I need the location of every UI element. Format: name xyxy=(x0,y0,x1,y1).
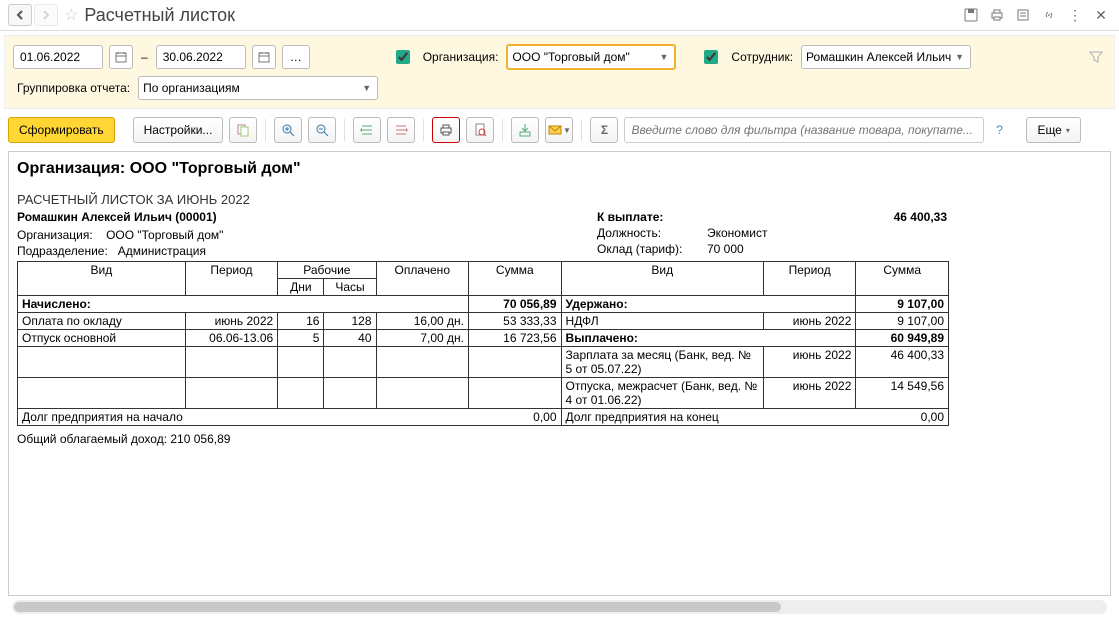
withheld-total: 9 107,00 xyxy=(856,296,949,313)
chevron-down-icon: ▼ xyxy=(953,52,966,62)
org-filter-label: Организация: xyxy=(423,50,499,64)
print-button[interactable] xyxy=(432,117,460,143)
funnel-icon[interactable] xyxy=(1086,47,1106,67)
org-select-value: ООО "Торговый дом" xyxy=(512,50,657,64)
table-row: Отпуск основной 06.06-13.06 5 40 7,00 дн… xyxy=(18,330,949,347)
org-filter-checkbox[interactable] xyxy=(396,50,410,64)
taxable-income: Общий облагаемый доход: 210 056,89 xyxy=(17,432,1102,446)
chevron-down-icon: ▼ xyxy=(657,52,670,62)
th-workdays: Рабочие xyxy=(278,262,376,279)
emp-filter-checkbox[interactable] xyxy=(704,50,718,64)
paid-total: 60 949,89 xyxy=(856,330,949,347)
grouping-value: По организациям xyxy=(143,81,360,95)
topay-label: К выплате: xyxy=(597,209,663,225)
employee-name: Ромашкин Алексей Ильич (00001) xyxy=(17,209,597,225)
zoom-in-button[interactable] xyxy=(274,117,302,143)
horizontal-scrollbar[interactable] xyxy=(12,600,1107,614)
salary-label: Оклад (тариф): xyxy=(597,241,707,257)
sum-button[interactable]: Σ xyxy=(590,117,618,143)
debt-start-label: Долг предприятия на начало xyxy=(18,409,469,426)
meta-org-value: ООО "Торговый дом" xyxy=(106,228,223,242)
th-hours: Часы xyxy=(324,279,376,296)
position-value: Экономист xyxy=(707,225,767,241)
emp-select-value: Ромашкин Алексей Ильич xyxy=(806,50,953,64)
date-range-dash: – xyxy=(141,50,148,64)
settings-button-label: Настройки... xyxy=(144,123,213,137)
zoom-out-button[interactable] xyxy=(308,117,336,143)
report-area: Организация: ООО "Торговый дом" РАСЧЕТНЫ… xyxy=(8,151,1111,596)
nav-back-button[interactable] xyxy=(8,4,32,26)
th-sum-right: Сумма xyxy=(856,262,949,296)
date-from-calendar-button[interactable] xyxy=(109,45,133,69)
chevron-down-icon: ▼ xyxy=(563,126,571,135)
th-paid: Оплачено xyxy=(376,262,469,296)
link-icon[interactable] xyxy=(1039,5,1059,25)
expand-groups-button[interactable] xyxy=(353,117,381,143)
th-period-right: Период xyxy=(763,262,856,296)
th-sum-left: Сумма xyxy=(469,262,562,296)
search-input[interactable] xyxy=(624,117,984,143)
th-vid-right: Вид xyxy=(561,262,763,296)
payslip-table: Вид Период Рабочие Оплачено Сумма Вид Пе… xyxy=(17,261,949,426)
collapse-groups-button[interactable] xyxy=(387,117,415,143)
grouping-label: Группировка отчета: xyxy=(17,81,130,95)
page-title: Расчетный листок xyxy=(84,5,961,26)
print-icon[interactable] xyxy=(987,5,1007,25)
more-button[interactable]: Еще ▾ xyxy=(1026,117,1080,143)
date-to-calendar-button[interactable] xyxy=(252,45,276,69)
th-vid-left: Вид xyxy=(18,262,186,296)
help-icon[interactable]: ? xyxy=(990,123,1008,137)
table-row: Зарплата за месяц (Банк, вед. № 5 от 05.… xyxy=(18,347,949,378)
table-row: Долг предприятия на начало 0,00 Долг пре… xyxy=(18,409,949,426)
date-to-input[interactable] xyxy=(156,45,246,69)
accrued-total: 70 056,89 xyxy=(469,296,562,313)
favorite-icon[interactable]: ☆ xyxy=(64,5,78,25)
topay-value: 46 400,33 xyxy=(894,209,957,225)
meta-dep-label: Подразделение: xyxy=(17,244,108,258)
settings-button[interactable]: Настройки... xyxy=(133,117,224,143)
toolbar: Сформировать Настройки... ▼ Σ ? Еще ▾ xyxy=(0,113,1119,147)
debt-end-label: Долг предприятия на конец xyxy=(561,409,856,426)
table-row: Оплата по окладу июнь 2022 16 128 16,00 … xyxy=(18,313,949,330)
org-select[interactable]: ООО "Торговый дом" ▼ xyxy=(506,44,676,70)
email-button[interactable]: ▼ xyxy=(545,117,573,143)
scrollbar-thumb[interactable] xyxy=(14,602,781,612)
filter-panel: – … Организация: ООО "Торговый дом" ▼ Со… xyxy=(4,35,1115,109)
th-days: Дни xyxy=(278,279,324,296)
save-icon[interactable] xyxy=(961,5,981,25)
meta-dep-value: Администрация xyxy=(118,244,206,258)
grouping-select[interactable]: По организациям ▼ xyxy=(138,76,378,100)
date-from-input[interactable] xyxy=(13,45,103,69)
close-icon[interactable]: ✕ xyxy=(1091,5,1111,25)
emp-filter-label: Сотрудник: xyxy=(731,50,793,64)
table-row: Отпуска, межрасчет (Банк, вед. № 4 от 01… xyxy=(18,378,949,409)
report-org-header: Организация: ООО "Торговый дом" xyxy=(17,160,1102,178)
meta-org-label: Организация: xyxy=(17,228,93,242)
save-file-button[interactable] xyxy=(511,117,539,143)
nav-forward-button[interactable] xyxy=(34,4,58,26)
more-button-label: Еще xyxy=(1037,123,1061,137)
withheld-label: Удержано: xyxy=(561,296,856,313)
report-icon[interactable] xyxy=(1013,5,1033,25)
paid-label: Выплачено: xyxy=(561,330,856,347)
th-period-left: Период xyxy=(185,262,278,296)
preview-button[interactable] xyxy=(466,117,494,143)
slip-period-title: РАСЧЕТНЫЙ ЛИСТОК ЗА ИЮНЬ 2022 xyxy=(17,192,1102,207)
date-range-picker-button[interactable]: … xyxy=(282,45,310,69)
position-label: Должность: xyxy=(597,225,707,241)
generate-button-label: Сформировать xyxy=(19,123,104,137)
accrued-label: Начислено: xyxy=(18,296,469,313)
debt-end-value: 0,00 xyxy=(856,409,949,426)
chevron-down-icon: ▾ xyxy=(1066,126,1070,135)
chevron-down-icon: ▼ xyxy=(360,83,373,93)
more-vert-icon[interactable]: ⋮ xyxy=(1065,5,1085,25)
generate-button[interactable]: Сформировать xyxy=(8,117,115,143)
salary-value: 70 000 xyxy=(707,241,744,257)
emp-select[interactable]: Ромашкин Алексей Ильич ▼ xyxy=(801,45,971,69)
copy-settings-button[interactable] xyxy=(229,117,257,143)
debt-start-value: 0,00 xyxy=(469,409,562,426)
